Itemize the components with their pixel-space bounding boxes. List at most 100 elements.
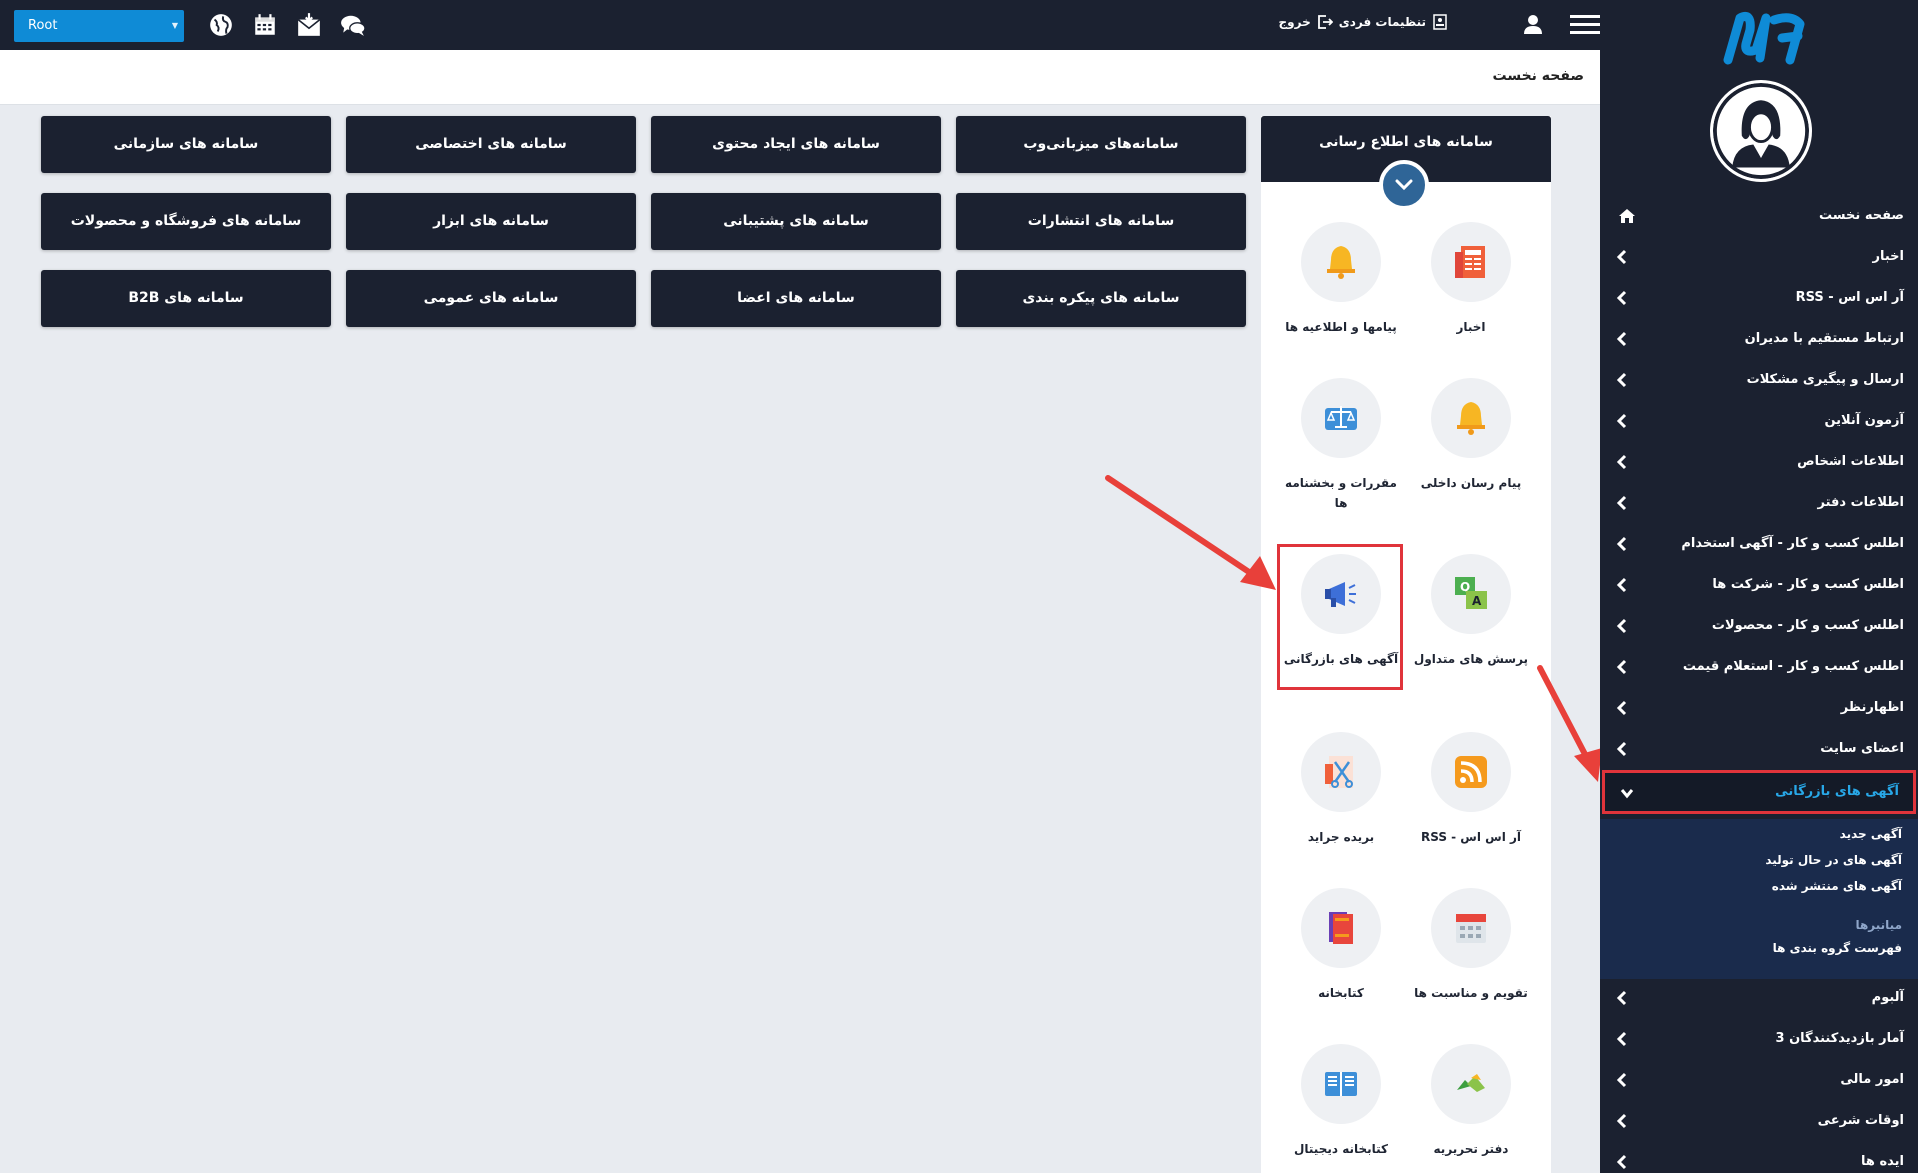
app-tile-announcements[interactable]: پیامها و اطلاعیه ها	[1281, 222, 1401, 372]
sidebar-item-atlas-companies[interactable]: اطلس کسب و کار - شرکت ها	[1600, 565, 1918, 606]
app-label: مقررات و بخشنامه ها	[1285, 476, 1397, 510]
submenu-commercial-ads: آگهی جدید آگهی های در حال تولید آگهی های…	[1600, 819, 1918, 979]
sidebar-item-label: اطلس کسب و کار - شرکت ها	[1712, 577, 1904, 592]
sidebar-item-home[interactable]: صفحه نخست	[1600, 196, 1918, 237]
chevron-left-icon	[1616, 618, 1627, 634]
submenu-shortcuts-heading: میانبرها	[1855, 918, 1902, 932]
sidebar-item-direct-contact[interactable]: ارتباط مستقیم با مدیران	[1600, 319, 1918, 360]
chevron-left-icon	[1616, 413, 1627, 429]
app-label: کتابخانه دیجیتال	[1293, 1142, 1389, 1156]
sidebar-item-label: ارتباط مستقیم با مدیران	[1744, 331, 1904, 346]
sidebar-item-news[interactable]: اخبار	[1600, 237, 1918, 278]
system-button-organizational[interactable]: سامانه های سازمانی	[41, 116, 331, 173]
system-button-tools[interactable]: سامانه های ابزار	[346, 193, 636, 250]
app-tile-internal-messenger[interactable]: پیام رسان داخلی	[1411, 378, 1531, 528]
chevron-left-icon	[1616, 331, 1627, 347]
books-icon	[1329, 912, 1353, 944]
profile-card-icon	[1433, 14, 1447, 30]
sidebar-item-label: صفحه نخست	[1819, 208, 1904, 223]
system-button-members[interactable]: سامانه های اعضا	[651, 270, 941, 327]
chevron-left-icon	[1616, 577, 1627, 593]
app-tile-regulations[interactable]: مقررات و بخشنامه ها	[1281, 378, 1401, 528]
sidebar-item-issue-tracking[interactable]: ارسال و پیگیری مشکلات	[1600, 360, 1918, 401]
system-button-b2b[interactable]: سامانه های B2B	[41, 270, 331, 327]
app-label: آر اس اس - RSS	[1420, 830, 1522, 844]
system-button-shop[interactable]: سامانه های فروشگاه و محصولات	[41, 193, 331, 250]
system-button-content[interactable]: سامانه های ایجاد محتوی	[651, 116, 941, 173]
system-button-hosting[interactable]: سامانه‌های میزبانی‌وب	[956, 116, 1246, 173]
avatar[interactable]	[1710, 80, 1812, 182]
home-icon	[1619, 209, 1635, 223]
chevron-left-icon	[1616, 536, 1627, 552]
pointer-arrow-icon	[1105, 475, 1276, 590]
sidebar-item-commercial-ads[interactable]: آگهی های بازرگانی	[1602, 770, 1916, 814]
user-settings-link[interactable]: تنظیمات فردی	[1339, 15, 1426, 29]
app-tile-news[interactable]: اخبار	[1411, 222, 1531, 372]
sidebar-item-finance[interactable]: امور مالی	[1600, 1060, 1918, 1101]
app-tile-press-clippings[interactable]: بریده جراید	[1281, 732, 1401, 882]
user-links: تنظیمات فردی خروج	[1279, 14, 1449, 30]
app-tile-rss[interactable]: آر اس اس - RSS	[1411, 732, 1531, 882]
chevron-left-icon	[1616, 1113, 1627, 1129]
app-label: کتابخانه	[1318, 986, 1364, 1000]
sidebar-item-label: اطلس کسب و کار - استعلام قیمت	[1682, 659, 1904, 674]
user-icon[interactable]	[1522, 13, 1544, 35]
sidebar-item-label: آمار بازدیدکنندگان 3	[1775, 1031, 1905, 1046]
bell-icon	[1327, 246, 1355, 279]
system-button-support[interactable]: سامانه های پشتیبانی	[651, 193, 941, 250]
submenu-item-new-ad[interactable]: آگهی جدید	[1840, 827, 1902, 841]
sidebar-item-album[interactable]: آلبوم	[1600, 978, 1918, 1019]
app-tile-digital-library[interactable]: کتابخانه دیجیتال	[1281, 1044, 1401, 1173]
sidebar-item-visitor-stats[interactable]: آمار بازدیدکنندگان 3	[1600, 1019, 1918, 1060]
calendar-icon[interactable]	[252, 12, 278, 38]
sidebar-item-prayer-times[interactable]: اوقات شرعی	[1600, 1101, 1918, 1142]
chevron-left-icon	[1616, 372, 1627, 388]
sidebar-item-label: ارسال و پیگیری مشکلات	[1746, 372, 1904, 387]
sidebar-item-label: اطلاعات اشخاص	[1797, 454, 1904, 469]
submenu-item-ads-in-production[interactable]: آگهی های در حال تولید	[1765, 853, 1902, 867]
root-select[interactable]: Root ▼	[14, 10, 184, 42]
sidebar-item-label: آگهی های بازرگانی	[1775, 784, 1899, 799]
app-tile-library[interactable]: کتابخانه	[1281, 888, 1401, 1038]
sidebar-item-atlas-price-inquiry[interactable]: اطلس کسب و کار - استعلام قیمت	[1600, 647, 1918, 688]
system-button-general[interactable]: سامانه های عمومی	[346, 270, 636, 327]
sidebar-item-atlas-products[interactable]: اطلس کسب و کار - محصولات	[1600, 606, 1918, 647]
sidebar-item-people-info[interactable]: اطلاعات اشخاص	[1600, 442, 1918, 483]
chevron-left-icon	[1616, 454, 1627, 470]
logout-icon	[1317, 15, 1333, 29]
logout-link[interactable]: خروج	[1279, 15, 1311, 29]
sidebar-item-atlas-jobs[interactable]: اطلس کسب و کار - آگهی استخدام	[1600, 524, 1918, 565]
chat-icon[interactable]	[340, 12, 366, 38]
globe-icon[interactable]	[208, 12, 234, 38]
sidebar-item-office-info[interactable]: اطلاعات دفتر	[1600, 483, 1918, 524]
chevron-left-icon	[1616, 741, 1627, 757]
sidebar-item-ideas[interactable]: ایده ها	[1600, 1142, 1918, 1173]
sidebar-item-rss[interactable]: آر اس اس - RSS	[1600, 278, 1918, 319]
sidebar-item-comments[interactable]: اظهارنظر	[1600, 688, 1918, 729]
news-icon	[1455, 246, 1485, 278]
app-label: پیام رسان داخلی	[1420, 476, 1522, 490]
chevron-left-icon	[1616, 700, 1627, 716]
svg-text:A: A	[1472, 594, 1482, 608]
mail-icon[interactable]	[296, 12, 322, 38]
chevron-down-icon[interactable]	[1379, 160, 1429, 210]
chevron-left-icon	[1616, 659, 1627, 675]
submenu-item-group-list[interactable]: فهرست گروه بندی ها	[1773, 941, 1902, 955]
chevron-left-icon	[1616, 495, 1627, 511]
faq-icon: QA	[1455, 577, 1487, 609]
app-tile-editorial[interactable]: دفتر تحریریه	[1411, 1044, 1531, 1173]
app-label: پیامها و اطلاعیه ها	[1285, 320, 1397, 334]
system-button-publications[interactable]: سامانه های انتشارات	[956, 193, 1246, 250]
app-tile-calendar[interactable]: تقویم و مناسبت ها	[1411, 888, 1531, 1038]
sidebar-item-online-exam[interactable]: آزمون آنلاین	[1600, 401, 1918, 442]
system-button-configuration[interactable]: سامانه های پیکره بندی	[956, 270, 1246, 327]
system-button-custom[interactable]: سامانه های اختصاصی	[346, 116, 636, 173]
sidebar-item-site-members[interactable]: اعضای سایت	[1600, 729, 1918, 770]
hamburger-menu-icon[interactable]	[1570, 13, 1600, 37]
editorial-icon	[1457, 1074, 1485, 1092]
highlight-box	[1277, 544, 1403, 690]
clipping-icon	[1325, 756, 1353, 788]
submenu-item-published-ads[interactable]: آگهی های منتشر شده	[1772, 879, 1902, 893]
app-tile-faq[interactable]: QA پرسش های متداول	[1411, 554, 1531, 704]
sidebar-item-label: آلبوم	[1871, 990, 1904, 1005]
